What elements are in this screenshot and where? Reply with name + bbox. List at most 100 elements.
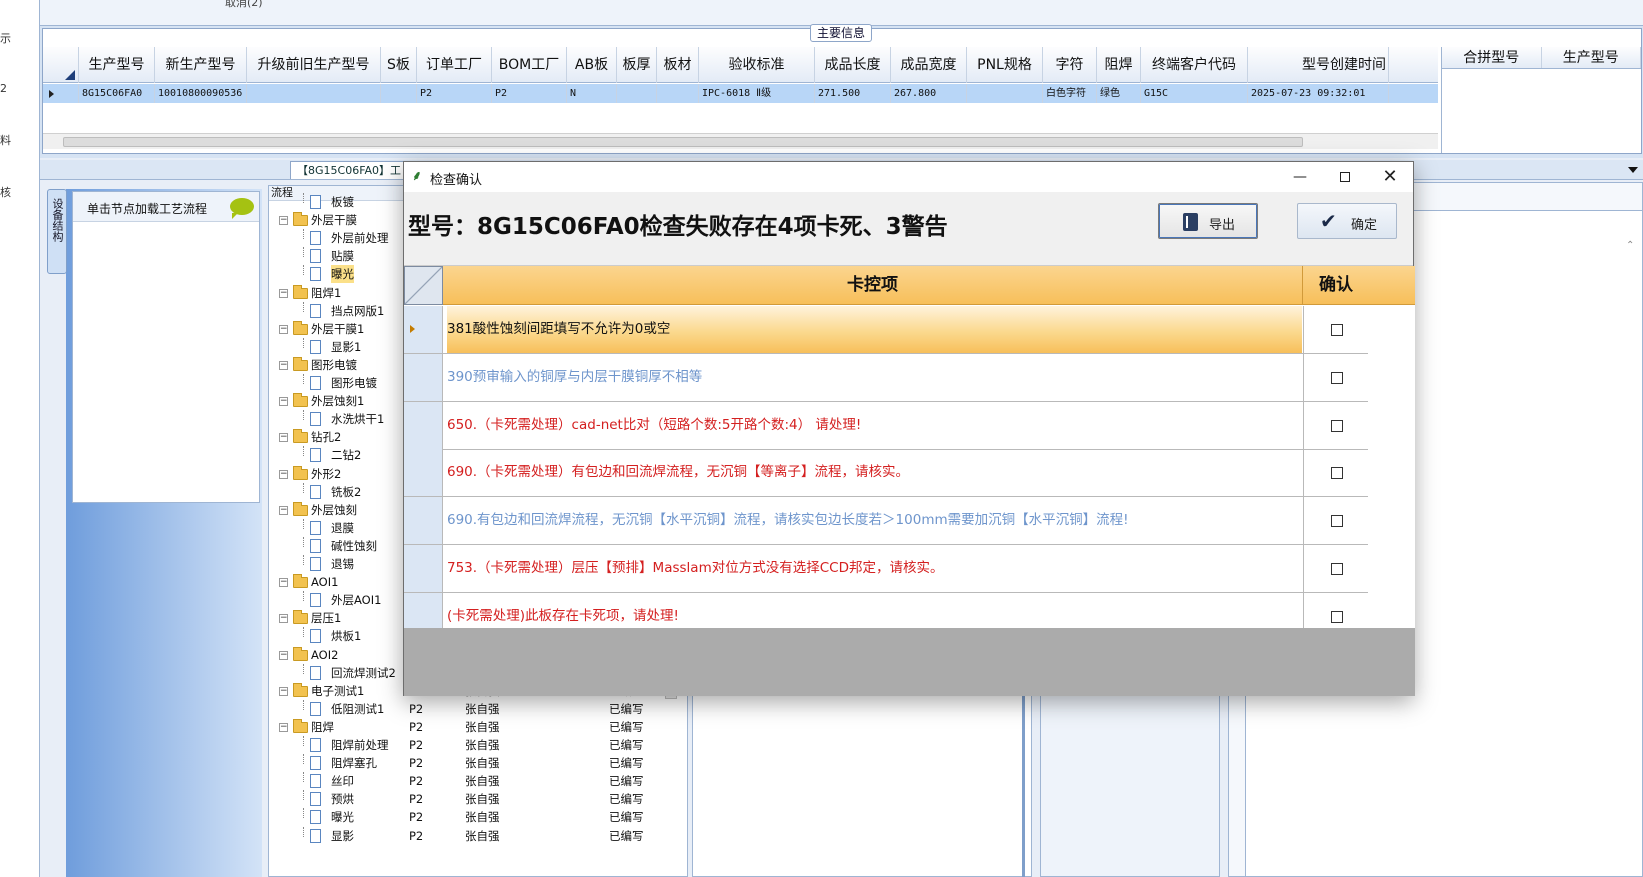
chevron-down-icon[interactable] [1628,167,1638,173]
tree-node-label[interactable]: 阻焊前处理 [331,736,389,754]
row-header[interactable] [404,306,443,353]
close-button[interactable]: ✕ [1367,162,1413,192]
tree-row[interactable]: 低阻测试1 P2 张自强 已编写 [269,699,687,718]
column-header[interactable]: AB板 [567,47,617,83]
tree-node-label[interactable]: 外层蚀刻 [311,501,357,519]
left-nav-label[interactable]: 料 [0,132,11,148]
table-cell[interactable]: 271.500 [815,84,891,103]
column-header[interactable]: 升级前旧生产型号 [247,47,381,83]
table-cell[interactable]: P2 [492,84,567,103]
tree-row[interactable]: − 阻焊 P2 张自强 已编写 [269,718,687,736]
tree-node-label[interactable]: 退锡 [331,555,354,573]
tree-row[interactable]: 丝印 P2 张自强 已编写 [269,772,687,790]
table-cell[interactable] [657,84,699,103]
column-header[interactable]: 成品宽度 [891,47,967,83]
confirm-checkbox[interactable] [1331,467,1343,480]
tree-node-label[interactable]: 钻孔2 [311,428,341,446]
collapse-toggle-icon[interactable]: − [279,324,288,334]
table-cell[interactable]: N [567,84,617,103]
tree-node-label[interactable]: 碱性蚀刻 [331,537,377,555]
tree-node-label[interactable]: 显影 [331,827,354,845]
tree-node-label[interactable]: 外层前处理 [331,229,389,247]
column-header[interactable]: PNL规格 [967,47,1043,83]
tree-node-label[interactable]: 板镀 [331,193,354,211]
dialog-titlebar[interactable]: ⸙ 检查确认 — ✕ [404,162,1413,192]
tree-node-label[interactable]: 外层蚀刻1 [311,392,364,410]
tree-node-label[interactable]: 外层干膜1 [311,320,364,338]
column-header-item[interactable]: 卡控项 [443,266,1303,305]
collapse-toggle-icon[interactable]: − [279,216,288,226]
side-tab-equipment[interactable]: 设备结构 [47,189,67,274]
tree-node-label[interactable]: 图形电镀 [311,356,357,374]
table-cell[interactable]: 8G15C06FA0 [79,84,155,103]
cancel-item[interactable]: 取消(2) [225,0,263,10]
column-header[interactable]: 生产型号 [79,47,155,83]
table-row[interactable]: 8G15C06FA0 10010800090536 P2 P2 N IPC-60… [43,84,1438,103]
chevron-up-icon[interactable]: ⌃ [1626,240,1634,251]
tree-row[interactable]: 阻焊前处理 P2 张自强 已编写 [269,736,687,754]
tree-node-label[interactable]: 阻焊1 [311,284,341,302]
grid-select-all-corner[interactable] [43,47,79,83]
table-cell[interactable]: G15C [1141,84,1248,103]
tree-node-label[interactable]: AOI1 [311,573,338,591]
tree-node-label[interactable]: 水洗烘干1 [331,410,384,428]
check-item-row[interactable]: 381酸性蚀刻间距填写不允许为0或空 [404,306,1368,354]
left-nav-label[interactable]: 2 [0,82,7,95]
column-header[interactable]: 成品长度 [815,47,891,83]
column-header[interactable]: 板材 [657,47,699,83]
row-header[interactable] [404,497,443,545]
table-cell[interactable]: 10010800090536 [155,84,247,103]
collapse-toggle-icon[interactable]: − [279,360,288,370]
left-nav-label[interactable]: 核 [0,184,11,200]
column-header[interactable]: 生产型号 [1542,47,1641,68]
tree-node-label[interactable]: 阻焊塞孔 [331,754,377,772]
confirm-checkbox[interactable] [1331,371,1343,384]
row-header[interactable] [404,353,443,401]
tree-node-label[interactable]: 二钻2 [331,446,361,464]
tree-node-label[interactable]: 低阻测试1 [331,700,384,718]
confirm-checkbox[interactable] [1331,610,1343,623]
check-item-row[interactable]: 690.有包边和回流焊流程，无沉铜【水平沉铜】流程，请核实包边长度若＞100mm… [404,497,1368,546]
collapse-toggle-icon[interactable]: − [279,614,288,624]
tree-node-label[interactable]: 外层AOI1 [331,591,381,609]
column-header[interactable]: S板 [381,47,417,83]
tree-node-label[interactable]: 外形2 [311,465,341,483]
column-header[interactable]: 阻焊 [1097,47,1141,83]
confirm-checkbox[interactable] [1331,324,1343,336]
minimize-button[interactable]: — [1277,162,1323,192]
tree-node-label[interactable]: 贴膜 [331,247,354,265]
tree-node-label[interactable]: 电子测试1 [311,682,364,700]
tree-node-label[interactable]: 外层干膜 [311,211,357,229]
tree-row[interactable]: 预烘 P2 张自强 已编写 [269,790,687,808]
tree-node-label[interactable]: 层压1 [311,609,341,627]
table-cell[interactable]: 白色字符 [1043,84,1097,103]
table-cell[interactable]: IPC-6018 Ⅱ级 [699,84,815,103]
tree-node-label[interactable]: 曝光 [331,265,354,284]
table-cell[interactable]: 绿色 [1097,84,1141,103]
collapse-toggle-icon[interactable]: − [279,722,288,732]
confirm-checkbox[interactable] [1331,419,1343,432]
tree-row[interactable]: 阻焊塞孔 P2 张自强 已编写 [269,754,687,772]
scrollbar-thumb[interactable] [63,137,1303,147]
select-all-corner[interactable] [404,266,443,305]
collapse-toggle-icon[interactable]: − [279,686,288,696]
horizontal-scrollbar[interactable] [43,133,1438,149]
tree-node-label[interactable]: AOI2 [311,646,338,664]
tree-node-label[interactable]: 曝光 [331,808,354,826]
tree-node-label[interactable]: 退膜 [331,519,354,537]
table-cell[interactable] [381,84,417,103]
tree-node-label[interactable]: 丝印 [331,772,354,790]
collapse-toggle-icon[interactable]: − [279,578,288,588]
column-header[interactable]: 验收标准 [699,47,815,83]
tree-node-label[interactable]: 挡点网版1 [331,302,384,320]
column-header[interactable]: 合拼型号 [1442,47,1542,68]
table-cell[interactable] [617,84,657,103]
column-header-confirm[interactable]: 确认 [1304,266,1368,305]
tree-row[interactable]: 显影 P2 张自强 已编写 [269,826,687,845]
tree-row[interactable]: 曝光 P2 张自强 已编写 [269,808,687,826]
row-header[interactable] [404,401,443,449]
tree-node-label[interactable]: 阻焊 [311,718,334,736]
tree-node-label[interactable]: 烘板1 [331,627,361,645]
collapse-toggle-icon[interactable]: − [279,288,288,298]
collapse-toggle-icon[interactable]: − [279,650,288,660]
